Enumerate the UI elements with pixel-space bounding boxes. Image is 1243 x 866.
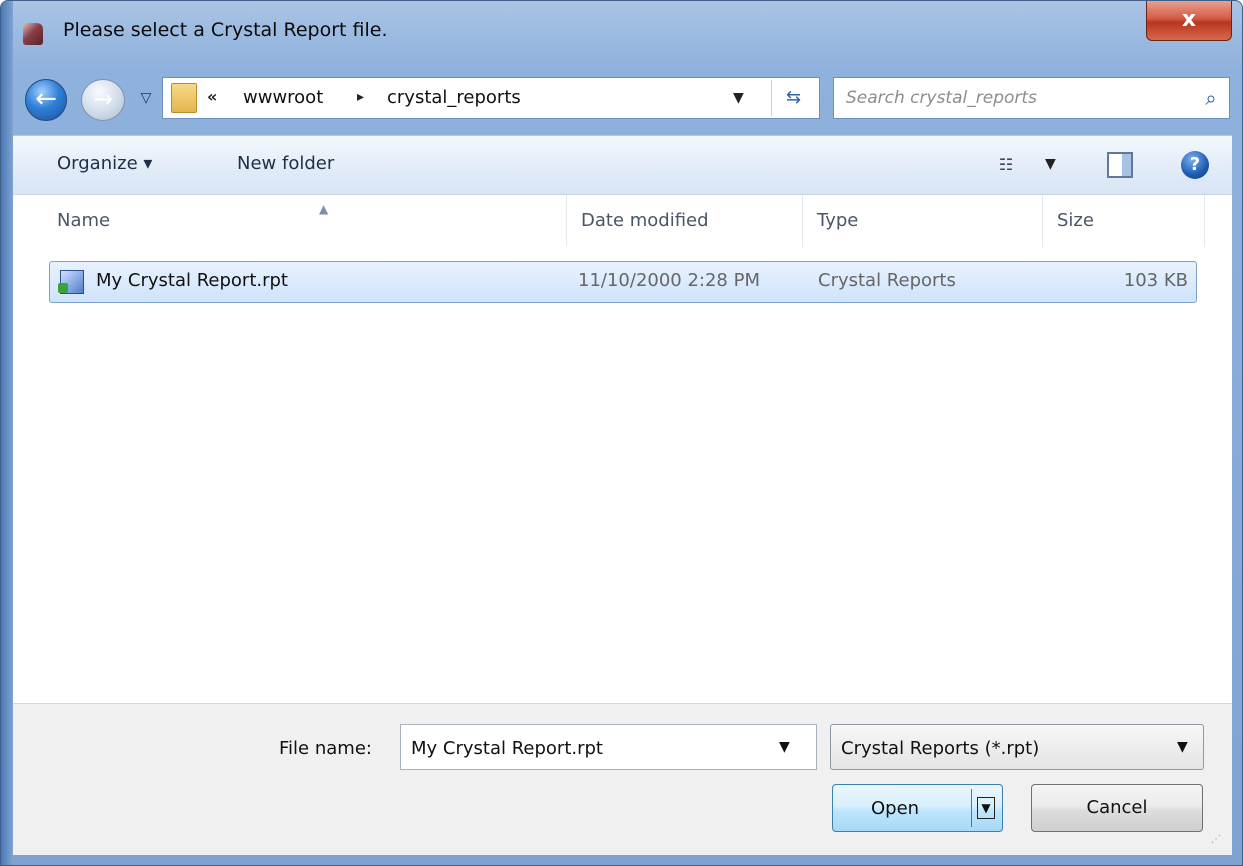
file-date-cell: 11/10/2000 2:28 PM [578,270,760,291]
address-bar[interactable]: « wwwroot ▸ crystal_reports ▼ ⇆ [162,77,820,119]
file-open-dialog: Please select a Crystal Report file. x ←… [0,0,1243,866]
search-box[interactable]: ⌕ [833,77,1230,119]
organize-menu[interactable]: Organize ▾ [57,153,152,174]
file-type-dropdown-icon[interactable]: ▼ [1177,739,1188,755]
column-header-size-label: Size [1057,210,1094,231]
file-type-select[interactable]: Crystal Reports (*.rpt) ▼ [830,724,1204,770]
crystal-report-file-icon [58,270,84,294]
file-type-cell: Crystal Reports [818,270,956,291]
search-icon[interactable]: ⌕ [1199,86,1223,110]
breadcrumb-crystal-reports[interactable]: crystal_reports [387,87,521,108]
column-header-type[interactable]: Type [803,195,1043,247]
breadcrumb-wwwroot[interactable]: wwwroot [243,87,323,108]
column-header-date-label: Date modified [581,210,709,231]
open-button-divider [971,789,972,827]
breadcrumb-overflow[interactable]: « [207,87,217,106]
file-name-label: File name: [279,738,372,759]
folder-icon [171,83,197,113]
refresh-button[interactable]: ⇆ [771,80,815,116]
column-header-size[interactable]: Size [1043,195,1205,247]
file-name-cell: My Crystal Report.rpt [96,270,288,291]
forward-button[interactable]: → [81,79,125,121]
column-header-type-label: Type [817,210,859,231]
new-folder-button[interactable]: New folder [237,153,334,174]
app-icon [23,23,43,45]
title-bar: Please select a Crystal Report file. x [1,1,1242,67]
resize-grip-icon[interactable]: ⋰ [1211,835,1227,852]
preview-pane-icon[interactable] [1107,152,1133,178]
sort-ascending-icon: ▲ [319,202,329,216]
column-header-name[interactable]: ▲ Name [43,195,567,247]
command-bar: Organize ▾ New folder ☷ ▼ ? [13,135,1232,195]
back-button[interactable]: ← [25,79,67,121]
open-button-label: Open [871,798,920,819]
recent-locations-button[interactable]: ▽ [137,89,155,107]
open-button[interactable]: Open ▼ [832,784,1003,832]
file-type-value: Crystal Reports (*.rpt) [841,738,1040,759]
file-name-dropdown-icon[interactable]: ▼ [779,739,790,755]
open-options-dropdown-icon[interactable]: ▼ [977,797,995,819]
column-header-date-modified[interactable]: Date modified [567,195,803,247]
breadcrumb-separator[interactable]: ▸ [357,89,364,105]
help-icon[interactable]: ? [1181,151,1209,179]
address-dropdown-icon[interactable]: ▼ [733,90,744,106]
view-options-icon[interactable]: ☷ [991,154,1021,176]
file-name-combobox[interactable]: My Crystal Report.rpt ▼ [400,724,817,770]
footer-panel: File name: My Crystal Report.rpt ▼ Cryst… [13,703,1232,855]
back-arrow-icon: ← [35,84,57,114]
chevron-down-icon: ▽ [140,90,152,106]
cancel-button[interactable]: Cancel [1031,784,1203,832]
file-list[interactable]: ▲ Name Date modified Type Size My Crysta… [13,195,1232,703]
forward-arrow-icon: → [92,85,114,113]
file-name-value[interactable]: My Crystal Report.rpt [411,738,603,759]
file-row[interactable]: My Crystal Report.rpt 11/10/2000 2:28 PM… [49,261,1197,303]
view-dropdown-icon[interactable]: ▼ [1045,156,1056,172]
column-header-name-label: Name [57,210,111,231]
refresh-icon: ⇆ [785,87,802,108]
file-size-cell: 103 KB [1123,270,1188,291]
close-button[interactable]: x [1146,1,1232,41]
window-title: Please select a Crystal Report file. [63,19,388,41]
search-input[interactable] [846,84,1176,112]
